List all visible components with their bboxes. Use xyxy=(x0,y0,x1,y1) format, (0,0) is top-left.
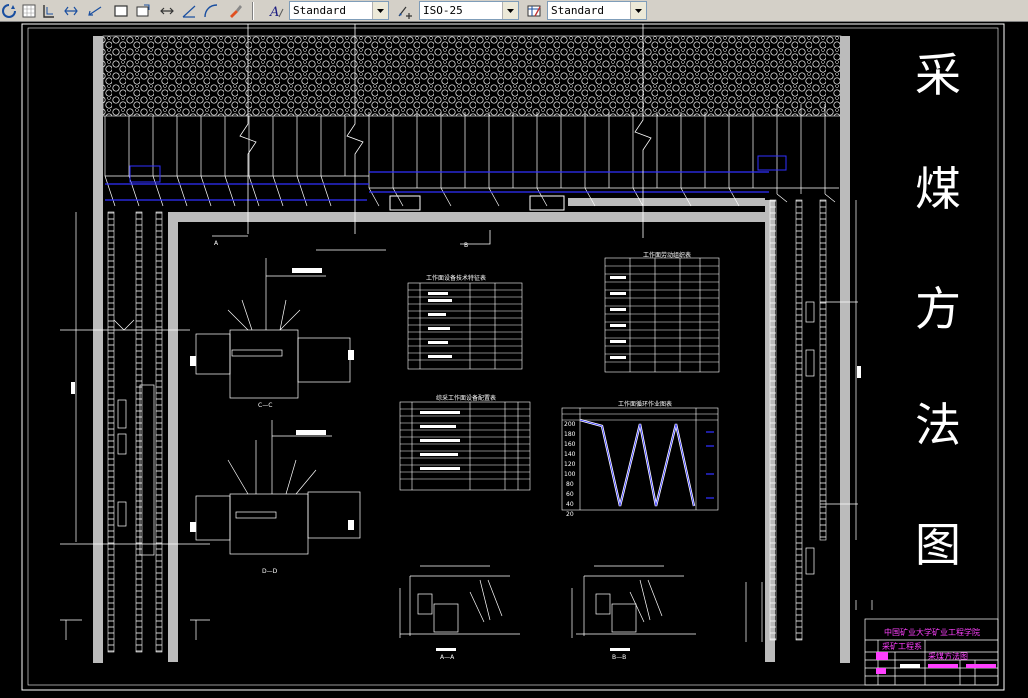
rectangle-icon[interactable] xyxy=(112,2,130,20)
section-label-dd: D—D xyxy=(262,568,278,575)
cycle-chart xyxy=(579,418,714,507)
table-style-icon[interactable] xyxy=(525,2,543,20)
axis-label: 20 xyxy=(566,511,574,518)
title-char-3: 方 xyxy=(915,282,961,336)
section-mark-b: B xyxy=(464,242,469,249)
section-label-cc: C—C xyxy=(258,402,273,409)
axis-label: 160 xyxy=(564,441,576,448)
axis-label: 200 xyxy=(564,421,576,428)
axis-label: 180 xyxy=(564,431,576,438)
section-label-bb: B—B xyxy=(612,654,627,661)
dim-style-select[interactable]: ISO-25 xyxy=(419,1,519,20)
text-style-icon[interactable]: A xyxy=(268,2,286,20)
arc-icon[interactable] xyxy=(202,2,220,20)
table-title-labor: 工作面劳动组织表 xyxy=(643,252,692,259)
chevron-down-icon[interactable] xyxy=(502,2,518,19)
svg-text:A: A xyxy=(269,5,279,19)
section-label-aa: A—A xyxy=(440,654,455,661)
paint-icon[interactable] xyxy=(226,2,244,20)
title-char-4: 法 xyxy=(915,398,961,452)
titleblock-dept: 采矿工程系 xyxy=(882,642,922,651)
dim-style-value: ISO-25 xyxy=(423,4,463,17)
axis-label: 80 xyxy=(566,481,574,488)
cad-drawing xyxy=(21,23,1005,691)
text-style-value: Standard xyxy=(293,4,346,17)
ortho-icon[interactable] xyxy=(40,2,58,20)
table-title-cycle: 工作面循环作业图表 xyxy=(618,401,673,408)
title-char-5: 图 xyxy=(915,518,961,572)
axis-label: 100 xyxy=(564,471,576,478)
text-style-select[interactable]: Standard xyxy=(289,1,389,20)
drawing-canvas[interactable]: 采 煤 方 法 图 工作面设备技术特征表 工作面劳动组织表 综采工作面设备配置表… xyxy=(0,22,1028,698)
title-char-1: 采 xyxy=(915,48,961,102)
title-char-2: 煤 xyxy=(915,162,961,216)
axis-label: 40 xyxy=(566,501,574,508)
orbit-icon[interactable] xyxy=(0,2,18,20)
dim-linear-icon[interactable] xyxy=(62,2,80,20)
table-style-select[interactable]: Standard xyxy=(547,1,647,20)
grid-icon[interactable] xyxy=(20,2,38,20)
section-mark-a: A xyxy=(214,240,219,247)
angle-icon[interactable] xyxy=(180,2,198,20)
titleblock-org: 中国矿业大学矿业工程学院 xyxy=(884,628,980,637)
table-title-equipment: 工作面设备技术特征表 xyxy=(426,275,487,282)
table-title-config: 综采工作面设备配置表 xyxy=(436,395,497,402)
toolbar-separator xyxy=(252,2,254,20)
styles-toolbar: A Standard ISO-25 Standard xyxy=(0,0,1028,22)
region-icon[interactable] xyxy=(134,2,152,20)
dim-aligned-icon[interactable] xyxy=(86,2,104,20)
axis-label: 140 xyxy=(564,451,576,458)
table-style-value: Standard xyxy=(551,4,604,17)
dim-style-icon[interactable] xyxy=(396,2,414,20)
axis-label: 120 xyxy=(564,461,576,468)
axis-label: 60 xyxy=(566,491,574,498)
titleblock-drawing-name: 采煤方法图 xyxy=(928,652,968,661)
chevron-down-icon[interactable] xyxy=(372,2,388,19)
chevron-down-icon[interactable] xyxy=(630,2,646,19)
move-icon[interactable] xyxy=(158,2,176,20)
